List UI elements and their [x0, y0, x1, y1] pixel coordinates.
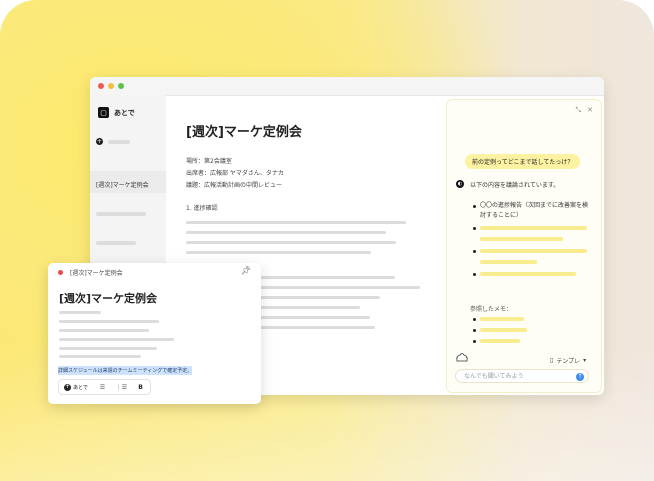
bullet	[473, 340, 476, 343]
note-title[interactable]: [週次]マーケ定例会	[59, 290, 157, 306]
sidebar-item[interactable]	[96, 212, 146, 216]
atode-label: あとで	[73, 384, 88, 391]
bullet	[473, 205, 476, 208]
format-toolbar: + あとで ☰ ⋮☰ B	[58, 379, 151, 395]
memo-link[interactable]	[480, 339, 520, 343]
close-dot[interactable]	[58, 270, 63, 275]
text-line	[59, 320, 159, 323]
note-header-title: [週次]マーケ定例会	[70, 270, 123, 277]
minimize-icon[interactable]: ⤡	[576, 106, 582, 115]
document-title[interactable]: [週次]マーケ定例会	[186, 121, 302, 140]
text-line	[186, 251, 371, 254]
answer-line	[480, 226, 587, 230]
app-logo: ▢ あとで	[98, 107, 135, 118]
answer-line	[480, 272, 576, 276]
chat-controls: ⤡ ✕	[576, 106, 593, 115]
answer-item: 〇〇の進捗報告（次回までに改善案を検討することに）	[480, 202, 589, 219]
answer-intro: 以下の内容を議論されています。	[470, 182, 560, 189]
memo-link[interactable]	[480, 317, 524, 321]
close-dot[interactable]	[98, 83, 104, 89]
bullet	[473, 318, 476, 321]
text-line	[260, 286, 420, 289]
document-section: 1. 進捗確認	[186, 205, 218, 212]
template-label: テンプレ	[556, 358, 581, 365]
answer-line	[480, 260, 537, 264]
sidebar-item-weekly-meeting[interactable]: [週次]マーケ定例会	[96, 180, 149, 189]
note-header: [週次]マーケ定例会	[58, 268, 123, 277]
chat-panel: ⤡ ✕ 前の定例ってどこまで話してたっけ？ ◐ 以下の内容を議論されています。 …	[446, 99, 602, 393]
send-icon[interactable]: ↑	[576, 373, 584, 381]
app-name: あとで	[114, 108, 135, 117]
text-line	[260, 316, 370, 319]
text-line	[186, 231, 386, 234]
document-attendees: 出席者：広報部 ヤマダさん、タナカ	[186, 170, 284, 177]
atode-button[interactable]: + あとで	[59, 380, 93, 394]
bullet	[473, 273, 476, 276]
assistant-icon: ◐	[456, 180, 464, 188]
pin-icon[interactable]: 📌︎	[241, 266, 251, 275]
bullet	[473, 227, 476, 230]
bullet	[473, 250, 476, 253]
text-line	[186, 221, 406, 224]
zoom-dot[interactable]	[118, 83, 124, 89]
answer-line	[480, 237, 563, 241]
minimize-dot[interactable]	[108, 83, 114, 89]
sidebar-item[interactable]	[96, 241, 136, 245]
template-button[interactable]: ▯ テンプレ ▾	[550, 356, 586, 365]
close-icon[interactable]: ✕	[587, 106, 593, 115]
referenced-memo-label: 参照したメモ：	[470, 306, 513, 313]
chat-input-placeholder: なんでも聞いてみよう	[464, 373, 524, 380]
text-line	[260, 296, 380, 299]
document-agenda: 議題：広報活動計画の中間レビュー	[186, 182, 283, 189]
text-line	[59, 347, 157, 350]
placeholder-bar	[108, 139, 130, 144]
bold-button[interactable]: B	[131, 380, 150, 394]
bullet	[473, 329, 476, 332]
plus-icon: +	[64, 383, 72, 391]
list-icon[interactable]: ☰	[93, 380, 112, 394]
mascot-icon	[456, 353, 468, 362]
text-line	[59, 311, 101, 314]
chat-input[interactable]: なんでも聞いてみよう ↑	[455, 369, 589, 383]
book-icon: ▯	[550, 357, 554, 364]
text-line	[260, 306, 360, 309]
titlebar	[90, 77, 604, 96]
text-line	[59, 329, 149, 332]
answer-line	[480, 249, 587, 253]
numbered-list-icon[interactable]: ⋮☰	[112, 380, 131, 394]
plus-icon: +	[96, 137, 103, 145]
user-question: 前の定例ってどこまで話してたっけ？	[465, 154, 581, 169]
selected-text[interactable]: 詳細スケジュールは来週のチームミーティングで確定予定。	[58, 366, 193, 375]
quick-note-window: [週次]マーケ定例会 📌︎ [週次]マーケ定例会 詳細スケジュールは来週のチーム…	[48, 263, 261, 404]
text-line	[59, 338, 174, 341]
text-line	[59, 355, 141, 358]
text-line	[186, 241, 396, 244]
logo-icon: ▢	[98, 107, 109, 118]
text-line	[260, 276, 395, 279]
new-note-button[interactable]: +	[96, 138, 130, 145]
memo-link[interactable]	[480, 328, 527, 332]
document-location: 場所：第2会議室	[186, 158, 232, 165]
text-line	[260, 326, 375, 329]
chevron-down-icon: ▾	[583, 357, 587, 364]
